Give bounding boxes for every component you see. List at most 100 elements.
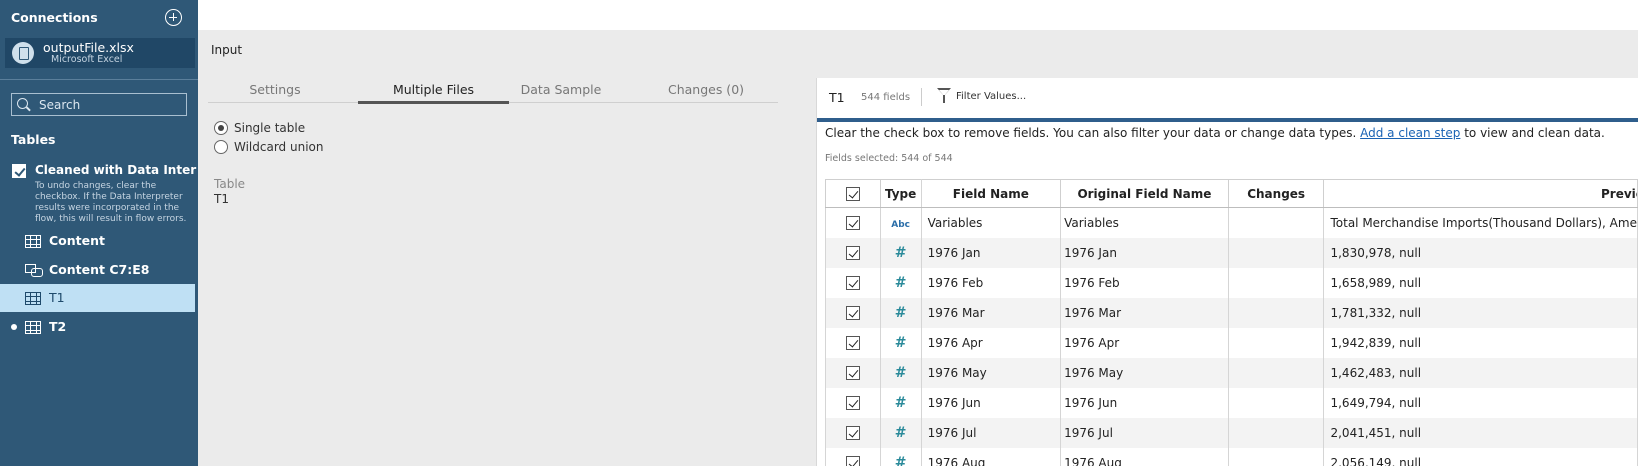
sidebar-item-t1[interactable]: T1 bbox=[0, 284, 195, 312]
single-table-label: Single table bbox=[234, 121, 306, 135]
field-checkbox[interactable] bbox=[825, 267, 881, 298]
field-name[interactable]: 1976 May bbox=[920, 357, 1062, 388]
sidebar-item-content-range[interactable]: Content C7:E8 bbox=[0, 256, 195, 284]
tab-data-sample[interactable]: Data Sample bbox=[516, 82, 606, 97]
field-checkbox[interactable] bbox=[825, 417, 881, 448]
fields-selected: Fields selected: 544 of 544 bbox=[825, 153, 953, 164]
number-type-icon[interactable]: # bbox=[879, 447, 922, 466]
table-row[interactable]: # 1976 Jun 1976 Jun 1,649,794, null bbox=[825, 387, 1638, 418]
table-icon bbox=[25, 292, 41, 305]
tab-changes[interactable]: Changes (0) bbox=[666, 82, 746, 97]
table-row[interactable]: # 1976 Jul 1976 Jul 2,041,451, null bbox=[825, 417, 1638, 448]
original-field-name-header[interactable]: Original Field Name bbox=[1060, 179, 1229, 208]
field-preview: 1,649,794, null bbox=[1323, 387, 1638, 418]
table-row[interactable]: # 1976 Apr 1976 Apr 1,942,839, null bbox=[825, 327, 1638, 358]
table-row[interactable]: Abc Variables Variables Total Merchandis… bbox=[825, 207, 1638, 238]
named-range-icon bbox=[25, 264, 43, 277]
field-count: 544 fields bbox=[861, 92, 911, 103]
field-name-header[interactable]: Field Name bbox=[920, 179, 1062, 208]
fields-table: Type Field Name Original Field Name Chan… bbox=[825, 179, 1638, 466]
filter-values-button[interactable]: Filter Values... bbox=[956, 91, 1026, 102]
field-preview: 1,942,839, null bbox=[1323, 327, 1638, 358]
tab-settings[interactable]: Settings bbox=[238, 82, 312, 97]
field-checkbox[interactable] bbox=[825, 447, 881, 466]
tables-title: Tables bbox=[11, 132, 56, 147]
number-type-icon[interactable]: # bbox=[879, 297, 922, 328]
field-preview: 2,056,149, null bbox=[1323, 447, 1638, 466]
field-name[interactable]: 1976 Jul bbox=[920, 417, 1062, 448]
sidebar-item-label: T2 bbox=[49, 319, 67, 334]
field-changes bbox=[1227, 207, 1325, 238]
number-type-icon[interactable]: # bbox=[879, 237, 922, 268]
type-header[interactable]: Type bbox=[879, 179, 922, 208]
sidebar-item-label: Content C7:E8 bbox=[49, 262, 150, 277]
toolbar-divider bbox=[921, 88, 922, 106]
field-checkbox[interactable] bbox=[825, 237, 881, 268]
field-preview: 1,830,978, null bbox=[1323, 237, 1638, 268]
field-checkbox[interactable] bbox=[825, 357, 881, 388]
connection-item[interactable]: outputFile.xlsx Microsoft Excel bbox=[5, 38, 195, 68]
single-table-radio[interactable] bbox=[214, 121, 228, 135]
search-input[interactable]: Search bbox=[11, 93, 187, 116]
select-all-checkbox[interactable] bbox=[825, 179, 881, 208]
sidebar-item-label: T1 bbox=[49, 290, 65, 305]
wildcard-union-radio[interactable] bbox=[214, 140, 228, 154]
changes-header[interactable]: Changes bbox=[1227, 179, 1325, 208]
field-checkbox[interactable] bbox=[825, 387, 881, 418]
table-icon bbox=[25, 321, 41, 334]
connection-name: outputFile.xlsx bbox=[43, 40, 134, 55]
tab-multiple-files[interactable]: Multiple Files bbox=[358, 82, 509, 97]
input-title: Input bbox=[211, 43, 243, 57]
field-checkbox[interactable] bbox=[825, 327, 881, 358]
field-name[interactable]: 1976 Feb bbox=[920, 267, 1062, 298]
add-connection-icon[interactable] bbox=[165, 9, 182, 26]
field-changes bbox=[1227, 417, 1325, 448]
string-type-icon[interactable]: Abc bbox=[879, 207, 922, 238]
field-name[interactable]: Variables bbox=[920, 207, 1062, 238]
number-type-icon[interactable]: # bbox=[879, 327, 922, 358]
panel-accent-bar bbox=[817, 118, 1638, 122]
number-type-icon[interactable]: # bbox=[879, 387, 922, 418]
table-row[interactable]: # 1976 Mar 1976 Mar 1,781,332, null bbox=[825, 297, 1638, 328]
original-field-name: 1976 Apr bbox=[1060, 327, 1229, 358]
filter-icon[interactable] bbox=[937, 88, 952, 104]
excel-file-icon bbox=[12, 42, 34, 64]
field-name[interactable]: 1976 Jan bbox=[920, 237, 1062, 268]
field-name[interactable]: 1976 Mar bbox=[920, 297, 1062, 328]
wildcard-union-label: Wildcard union bbox=[234, 140, 324, 154]
field-name[interactable]: 1976 Apr bbox=[920, 327, 1062, 358]
field-checkbox[interactable] bbox=[825, 207, 881, 238]
preview-header[interactable]: Preview bbox=[1323, 179, 1638, 208]
original-field-name: 1976 Jun bbox=[1060, 387, 1229, 418]
sidebar-item-content[interactable]: Content bbox=[0, 227, 195, 255]
connections-title: Connections bbox=[11, 10, 98, 25]
table-row[interactable]: # 1976 Aug 1976 Aug 2,056,149, null bbox=[825, 447, 1638, 466]
table-row[interactable]: # 1976 Feb 1976 Feb 1,658,989, null bbox=[825, 267, 1638, 298]
original-field-name: 1976 May bbox=[1060, 357, 1229, 388]
connection-type: Microsoft Excel bbox=[51, 54, 123, 65]
description-text: Clear the check box to remove fields. Yo… bbox=[825, 126, 1357, 140]
field-checkbox[interactable] bbox=[825, 297, 881, 328]
original-field-name: Variables bbox=[1060, 207, 1229, 238]
field-changes bbox=[1227, 267, 1325, 298]
table-value: T1 bbox=[214, 192, 229, 206]
field-name[interactable]: 1976 Aug bbox=[920, 447, 1062, 466]
sidebar-divider bbox=[0, 79, 198, 80]
number-type-icon[interactable]: # bbox=[879, 417, 922, 448]
field-name[interactable]: 1976 Jun bbox=[920, 387, 1062, 418]
number-type-icon[interactable]: # bbox=[879, 357, 922, 388]
number-type-icon[interactable]: # bbox=[879, 267, 922, 298]
field-preview: 1,462,483, null bbox=[1323, 357, 1638, 388]
data-interpreter-label: Cleaned with Data Interpreter bbox=[35, 163, 197, 177]
data-interpreter-checkbox[interactable] bbox=[12, 164, 26, 178]
top-canvas-area bbox=[198, 0, 1638, 30]
add-clean-step-link[interactable]: Add a clean step bbox=[1360, 126, 1460, 140]
table-row[interactable]: # 1976 May 1976 May 1,462,483, null bbox=[825, 357, 1638, 388]
sidebar-item-t2[interactable]: T2 bbox=[0, 313, 195, 341]
search-placeholder: Search bbox=[39, 98, 81, 112]
table-row[interactable]: # 1976 Jan 1976 Jan 1,830,978, null bbox=[825, 237, 1638, 268]
app-window: Connections outputFile.xlsx Microsoft Ex… bbox=[0, 0, 1638, 466]
field-changes bbox=[1227, 357, 1325, 388]
field-preview: 1,781,332, null bbox=[1323, 297, 1638, 328]
table-icon bbox=[25, 235, 41, 248]
